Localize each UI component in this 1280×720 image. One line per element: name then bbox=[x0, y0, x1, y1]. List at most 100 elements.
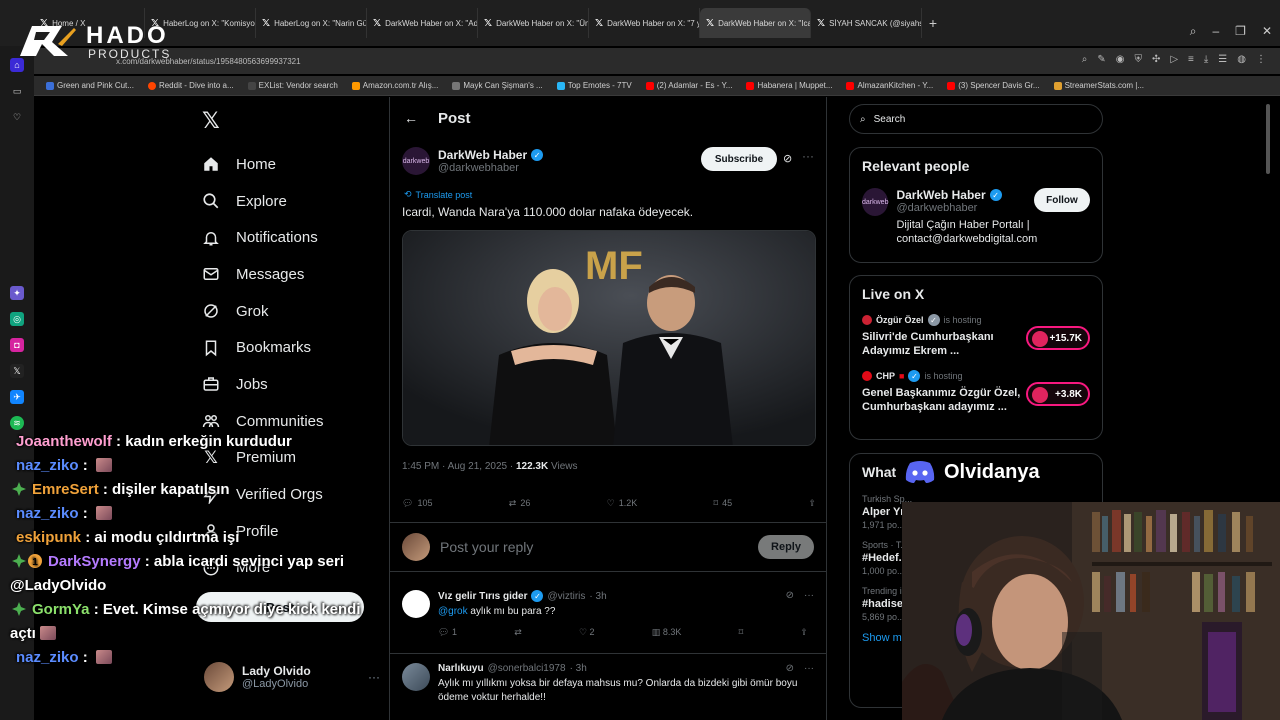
avatar[interactable] bbox=[402, 663, 430, 691]
nav-item-grok[interactable]: Grok bbox=[200, 293, 324, 330]
menu-icon[interactable]: ☰ bbox=[1218, 54, 1227, 65]
grok-icon[interactable]: ⊘ bbox=[783, 152, 792, 165]
avatar[interactable] bbox=[402, 590, 430, 618]
browser-tab[interactable]: 𝕏 HaberLog on X: "Narin Gü bbox=[256, 8, 367, 38]
x-logo-icon[interactable]: 𝕏 bbox=[202, 108, 220, 134]
search-input[interactable]: ⌕ Search bbox=[849, 104, 1103, 134]
kebab-menu-icon[interactable]: ⋮ bbox=[1256, 54, 1266, 65]
minimize-icon[interactable]: – bbox=[1212, 24, 1219, 39]
live-space[interactable]: CHP ■ ✓ is hosting Genel Başkanımız Özgür Ö… bbox=[862, 370, 1090, 414]
browser-tab-active[interactable]: 𝕏 DarkWeb Haber on X: "Ica bbox=[700, 8, 811, 38]
reply-button[interactable]: Reply bbox=[758, 535, 814, 559]
grok-icon[interactable]: ⊘ bbox=[786, 590, 794, 601]
download-icon[interactable]: ⤓ bbox=[1204, 54, 1208, 65]
close-window-icon[interactable]: ✕ bbox=[1262, 24, 1272, 39]
subscribe-button[interactable]: Subscribe bbox=[701, 147, 777, 171]
like-action[interactable]: ♡ 2 bbox=[579, 627, 595, 638]
follow-button[interactable]: Follow bbox=[1034, 188, 1090, 212]
reply-author-name[interactable]: Narlıkuyu bbox=[438, 663, 484, 674]
wallet-icon[interactable]: ▭ bbox=[10, 84, 24, 98]
reply-action[interactable]: 💬︎ 105 bbox=[402, 495, 432, 511]
browser-tab[interactable]: 𝕏 DarkWeb Haber on X: "7 y bbox=[589, 8, 700, 38]
play-icon[interactable]: ▷ bbox=[1170, 54, 1178, 65]
relevant-person[interactable]: darkweb DarkWeb Haber ✓ @darkwebhaber Dij… bbox=[862, 188, 1090, 246]
bookmark[interactable]: AlmazanKitchen - Y... bbox=[846, 81, 933, 90]
author-name[interactable]: DarkWeb Haber bbox=[438, 148, 527, 162]
post-author[interactable]: darkweb DarkWeb Haber ✓ @darkwebhaber bbox=[402, 147, 544, 175]
grok-icon[interactable]: ⊘ bbox=[786, 663, 794, 674]
new-tab-button[interactable]: + bbox=[922, 15, 944, 31]
nav-item-notifications[interactable]: Notifications bbox=[200, 219, 324, 256]
browser-tab[interactable]: 𝕏 SİYAH SANCAK (@siyahsa bbox=[811, 8, 922, 38]
bookmark[interactable]: StreamerStats.com |... bbox=[1053, 81, 1144, 90]
page-scrollbar[interactable] bbox=[1266, 104, 1270, 174]
like-action[interactable]: ♡ 1.2K bbox=[607, 495, 638, 511]
app-icon[interactable]: ✦ bbox=[10, 286, 24, 300]
camera-icon[interactable]: ◉ bbox=[1116, 54, 1125, 65]
live-space[interactable]: Özgür Özel ✓ is hosting Silivri'de Cumhurb… bbox=[862, 314, 1090, 358]
nav-item-home[interactable]: Home bbox=[200, 146, 324, 183]
views-action[interactable]: ▥ 8.3K bbox=[652, 627, 682, 638]
nav-item-messages[interactable]: Messages bbox=[200, 256, 324, 293]
repost-action[interactable]: ⇄ bbox=[514, 627, 522, 638]
x-icon[interactable]: 𝕏 bbox=[10, 364, 24, 378]
reply-input[interactable]: Post your reply bbox=[440, 539, 748, 555]
translate-post-link[interactable]: ⟲ Translate post bbox=[404, 189, 472, 200]
shield-icon[interactable]: ⛨ bbox=[1134, 54, 1142, 65]
maximize-icon[interactable]: ❐ bbox=[1235, 24, 1246, 39]
nav-item-explore[interactable]: Explore bbox=[200, 183, 324, 220]
bookmark[interactable]: Top Emotes - 7TV bbox=[556, 81, 632, 90]
heart-icon[interactable]: ♡ bbox=[10, 110, 24, 124]
bookmark[interactable]: Amazon.com.tr Alış... bbox=[351, 81, 438, 90]
bookmark-action[interactable]: ⌑ 45 bbox=[714, 495, 733, 511]
share-action[interactable]: ⇪ bbox=[808, 495, 816, 511]
address-bar[interactable]: x.com/darkwebhaber/status/19584805636999… bbox=[34, 48, 1280, 74]
share-icon[interactable]: ⇪ bbox=[800, 627, 808, 638]
chat-message: eskipunk : ai modu çıldırtma işi bbox=[16, 529, 240, 546]
back-arrow-icon[interactable]: ← bbox=[404, 110, 418, 126]
author-handle[interactable]: @darkwebhaber bbox=[438, 162, 543, 174]
avatar[interactable]: darkweb bbox=[862, 188, 889, 216]
reply-item[interactable]: Narlıkuyu @sonerbalci1978 · 3h Aylık mı yı… bbox=[390, 655, 826, 720]
bookmark-icon[interactable]: ⌑ bbox=[739, 627, 744, 638]
chatgpt-icon[interactable]: ◎ bbox=[10, 312, 24, 326]
bluesky-icon[interactable]: ✈ bbox=[10, 390, 24, 404]
browser-tab[interactable]: 𝕏 DarkWeb Haber on X: "Ad bbox=[367, 8, 478, 38]
live-listener-count[interactable]: +3.8K bbox=[1026, 382, 1090, 406]
spotify-icon[interactable]: ≋ bbox=[10, 416, 24, 430]
bookmark[interactable]: (2) Adamlar - Es - Y... bbox=[645, 81, 732, 90]
reply-time[interactable]: · 3h bbox=[589, 591, 606, 602]
reply-author-name[interactable]: Vız gelir Tırıs gider bbox=[438, 591, 527, 602]
bookmark[interactable]: EXList: Vendor search bbox=[247, 81, 338, 90]
nav-item-bookmarks[interactable]: Bookmarks bbox=[200, 329, 324, 366]
bookmark[interactable]: Habanera | Muppet... bbox=[746, 81, 832, 90]
bookmark[interactable]: Green and Pink Cut... bbox=[46, 81, 134, 90]
reply-time[interactable]: · 3h bbox=[570, 663, 587, 674]
edit-icon[interactable]: ✎ bbox=[1097, 54, 1105, 65]
zoom-icon[interactable]: ⌕ bbox=[1082, 54, 1088, 65]
live-listener-count[interactable]: +15.7K bbox=[1026, 326, 1090, 350]
mention-link[interactable]: @grok bbox=[438, 606, 468, 617]
repost-action[interactable]: ⇄ 26 bbox=[509, 495, 531, 511]
post-timestamp[interactable]: 1:45 PM · Aug 21, 2025 · bbox=[402, 461, 516, 472]
tab-search-icon[interactable]: ⌕ bbox=[1190, 24, 1197, 39]
more-icon[interactable]: ··· bbox=[802, 149, 814, 163]
reply-item[interactable]: Vız gelir Tırıs gider ✓ @viztiris · 3h @gro… bbox=[390, 582, 826, 654]
playlist-icon[interactable]: ≡ bbox=[1188, 54, 1194, 65]
bookmark[interactable]: (3) Spencer Davis Gr... bbox=[947, 81, 1040, 90]
profile-avatar-icon[interactable]: ◍ bbox=[1237, 54, 1246, 65]
instagram-icon[interactable]: ◘ bbox=[10, 338, 24, 352]
author-avatar[interactable]: darkweb bbox=[402, 147, 430, 175]
more-icon[interactable]: ··· bbox=[368, 670, 380, 684]
bookmark[interactable]: Mayk Can Şişman's ... bbox=[452, 81, 543, 90]
post-image[interactable]: MF bbox=[402, 230, 816, 446]
reply-action[interactable]: 💬︎ 1 bbox=[438, 627, 457, 638]
reply-author-handle[interactable]: @sonerbalci1978 bbox=[488, 663, 566, 674]
more-icon[interactable]: ··· bbox=[804, 663, 814, 674]
more-icon[interactable]: ··· bbox=[804, 590, 814, 601]
nav-item-jobs[interactable]: Jobs bbox=[200, 366, 324, 403]
reply-author-handle[interactable]: @viztiris bbox=[547, 591, 585, 602]
browser-tab[interactable]: 𝕏 DarkWeb Haber on X: "Ün bbox=[478, 8, 589, 38]
extension-icon[interactable]: ✣ bbox=[1152, 54, 1160, 65]
bookmark[interactable]: Reddit - Dive into a... bbox=[147, 81, 234, 90]
